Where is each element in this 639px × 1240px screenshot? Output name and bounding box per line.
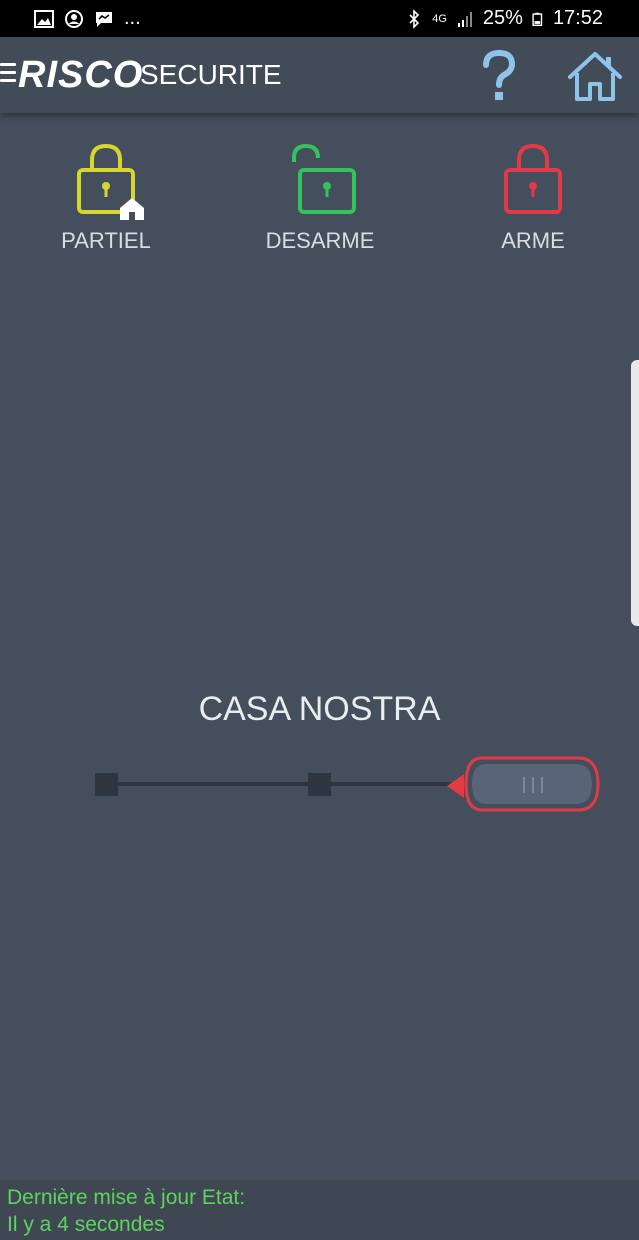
- mode-label-desarme: DESARME: [265, 228, 375, 253]
- messenger-icon: [96, 11, 112, 27]
- app-header: RISCO SECURITE: [0, 37, 639, 113]
- menu-icon[interactable]: [0, 63, 16, 85]
- more-notifications: ...: [124, 7, 141, 29]
- page-title: SECURITE: [140, 59, 282, 90]
- logo-text: RISCO: [18, 54, 144, 96]
- status-bar: ... 4G 25% 17:52: [0, 0, 639, 37]
- mode-partiel[interactable]: PARTIEL: [6, 140, 206, 254]
- slider-stop-partiel: [308, 773, 331, 796]
- mode-arme[interactable]: ARME: [433, 140, 633, 254]
- arm-modes: PARTIEL DESARME ARME: [0, 140, 639, 260]
- help-button[interactable]: [470, 47, 528, 105]
- partial-lock-icon: [77, 143, 144, 220]
- slider-thumb[interactable]: [464, 756, 600, 812]
- mode-label-partiel: PARTIEL: [61, 228, 151, 253]
- last-update-time: Il y a 4 secondes: [7, 1213, 165, 1236]
- battery-icon: [532, 12, 543, 26]
- account-icon: [65, 9, 83, 28]
- network-type: 4G: [432, 12, 447, 25]
- slider-pointer: [447, 774, 464, 798]
- arm-state-slider[interactable]: [0, 750, 639, 820]
- clock: 17:52: [552, 7, 603, 29]
- scrollbar[interactable]: [631, 360, 639, 626]
- site-name: CASA NOSTRA: [198, 690, 441, 728]
- status-footer: Dernière mise à jour Etat: Il y a 4 seco…: [0, 1180, 639, 1240]
- locked-icon: [504, 143, 562, 214]
- risco-logo: RISCO: [18, 54, 143, 97]
- last-update-label: Dernière mise à jour Etat:: [7, 1186, 246, 1209]
- mode-label-arme: ARME: [501, 228, 565, 253]
- mode-desarme[interactable]: DESARME: [220, 140, 420, 254]
- status-right: 4G 25% 17:52: [404, 7, 603, 30]
- signal-icon: [457, 11, 472, 27]
- gallery-icon: [34, 9, 54, 28]
- slider-stop-desarme: [95, 773, 118, 796]
- unlocked-icon: [292, 143, 356, 214]
- bluetooth-icon: [409, 8, 420, 29]
- status-left: ...: [34, 7, 141, 30]
- home-button[interactable]: [565, 49, 625, 105]
- battery-percent: 25%: [482, 7, 523, 29]
